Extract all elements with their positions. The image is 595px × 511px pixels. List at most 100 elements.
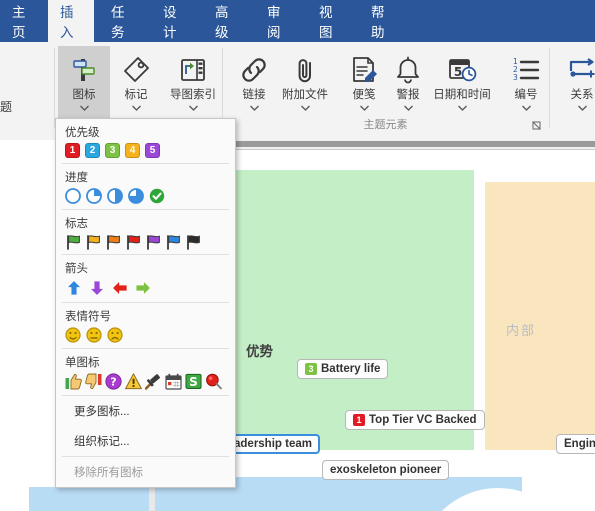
dropdown-section-row <box>56 278 235 302</box>
theme-elements-group: 主题元素 <box>222 42 549 134</box>
progress-marker-50[interactable] <box>107 188 123 204</box>
alarm-bell-icon[interactable] <box>205 373 222 390</box>
arrow-marker-right[interactable] <box>134 279 152 297</box>
icon-marker-icon <box>62 51 106 85</box>
dropdown-section-title: 标志 <box>65 218 88 230</box>
ribbon-tab-label: 高级 <box>215 5 230 40</box>
dropdown-section-row <box>56 187 235 209</box>
priority-marker-2[interactable]: 2 <box>85 143 100 158</box>
arrow-marker-up[interactable] <box>65 279 83 297</box>
ribbon-tab-label: 设计 <box>163 5 178 40</box>
svg-text:?: ? <box>110 376 116 389</box>
ribbon-tab-label: 审阅 <box>267 5 282 40</box>
dropdown-section-title: 表情符号 <box>65 311 111 323</box>
group-label-theme-elements: 主题元素 <box>363 119 408 131</box>
dropdown-section-title: 箭头 <box>65 263 88 275</box>
map-index-icon <box>171 51 215 85</box>
ribbon-button-icon-marker[interactable]: 图标 <box>58 46 110 124</box>
thumbs-up-icon[interactable] <box>65 373 82 390</box>
topic-label: exoskeleton pioneer <box>330 464 442 476</box>
priority-marker-4[interactable]: 4 <box>125 143 140 158</box>
ribbon-tab-6[interactable]: 视图 <box>307 0 351 42</box>
ribbon-group-divider <box>54 48 55 128</box>
ribbon-tab-label: 视图 <box>319 5 334 40</box>
dialog-launcher-icon[interactable] <box>531 121 541 132</box>
thumbs-down-icon[interactable] <box>85 373 102 390</box>
ribbon-button-label: 导图索引 <box>170 89 216 101</box>
internal-region <box>485 182 595 450</box>
dropdown-menu-item: 移除所有图标 <box>74 467 143 479</box>
chevron-down-icon[interactable] <box>79 105 89 114</box>
warning-icon[interactable] <box>125 373 142 390</box>
dropdown-section-title: 单图标 <box>65 357 100 369</box>
smiley-marker-sad[interactable] <box>107 327 123 343</box>
mindmap-topic-node[interactable]: Enginee <box>556 434 595 454</box>
flag-marker-1[interactable] <box>85 234 102 250</box>
topic-label: Battery life <box>321 363 381 375</box>
priority-marker-5[interactable]: 5 <box>145 143 160 158</box>
dropdown-section-title: 进度 <box>65 172 88 184</box>
dropdown-section-row: ? S <box>56 372 235 395</box>
ribbon-tab-bar: 主页 插入 任务 设计 高级 审阅 视图 帮助 <box>0 0 595 42</box>
mindmap-topic-node[interactable]: 1 Top Tier VC Backed <box>345 410 485 430</box>
ribbon-button-map-index[interactable]: 导图索引 <box>160 46 226 124</box>
chevron-down-icon[interactable] <box>188 105 198 114</box>
flag-marker-2[interactable] <box>105 234 122 250</box>
flag-marker-0[interactable] <box>65 234 82 250</box>
priority-marker-1[interactable]: 1 <box>65 143 80 158</box>
icon-marker-dropdown-panel[interactable]: 优先级 1 2 3 4 5 进度 标志 箭头 表情符号 单图标? S 更多图标... 组织标记... 移除所… <box>55 118 236 488</box>
arrow-marker-down[interactable] <box>88 279 106 297</box>
clipped-group-label: 题 <box>0 100 13 114</box>
smiley-marker-happy[interactable] <box>65 327 81 343</box>
priority-badge: 3 <box>305 363 317 375</box>
svg-text:S: S <box>189 375 198 389</box>
ribbon-group-divider <box>549 48 550 128</box>
topic-label: Enginee <box>564 438 595 450</box>
mindmap-topic-node[interactable]: adership team <box>226 434 320 454</box>
ribbon-tab-1[interactable]: 插入 <box>48 0 94 42</box>
progress-marker-100[interactable] <box>149 188 165 204</box>
ribbon-button-label: 标记 <box>124 89 148 101</box>
topic-label: Top Tier VC Backed <box>369 414 477 426</box>
ribbon-tab-label: 主页 <box>12 5 27 40</box>
dollar-icon[interactable]: S <box>185 373 202 390</box>
ribbon-tab-3[interactable]: 设计 <box>151 0 195 42</box>
ribbon-button-tag[interactable]: 标记 <box>110 46 162 124</box>
dropdown-menu-item[interactable]: 组织标记... <box>56 426 235 456</box>
flag-marker-3[interactable] <box>125 234 142 250</box>
flag-marker-4[interactable] <box>145 234 162 250</box>
priority-badge: 1 <box>353 414 365 426</box>
mindmap-topic-node[interactable]: exoskeleton pioneer <box>322 460 450 480</box>
priority-marker-3[interactable]: 3 <box>105 143 120 158</box>
question-icon[interactable]: ? <box>105 373 122 390</box>
flag-marker-6[interactable] <box>185 234 202 250</box>
progress-marker-75[interactable] <box>128 188 144 204</box>
ribbon-tab-label: 任务 <box>111 5 126 40</box>
arrow-marker-left[interactable] <box>111 279 129 297</box>
flag-marker-5[interactable] <box>165 234 182 250</box>
ribbon-tab-5[interactable]: 审阅 <box>255 0 299 42</box>
dropdown-menu-item[interactable]: 更多图标... <box>56 396 235 426</box>
ribbon-tab-2[interactable]: 任务 <box>99 0 143 42</box>
ribbon-clipped-left-group: 题 <box>0 42 44 134</box>
relation-icon <box>560 51 595 85</box>
calendar-icon[interactable] <box>165 373 182 390</box>
ribbon-tab-0[interactable]: 主页 <box>0 0 44 42</box>
chevron-down-icon[interactable] <box>131 105 141 114</box>
dropdown-section-title: 优先级 <box>65 127 100 139</box>
gavel-icon[interactable] <box>144 373 162 390</box>
ribbon-tab-7[interactable]: 帮助 <box>359 0 403 42</box>
dropdown-section-row <box>56 326 235 348</box>
progress-marker-0[interactable] <box>65 188 81 204</box>
tag-icon <box>114 51 158 85</box>
canvas-section-header: 优势 <box>246 344 273 359</box>
chevron-down-icon[interactable] <box>577 105 587 114</box>
dropdown-section-row: 12345 <box>56 142 235 163</box>
ribbon-button-label: 关系 <box>570 89 594 101</box>
progress-marker-25[interactable] <box>86 188 102 204</box>
mindmap-topic-node[interactable]: 3 Battery life <box>297 359 389 379</box>
ribbon-tab-4[interactable]: 高级 <box>203 0 247 42</box>
smiley-marker-neutral[interactable] <box>86 327 102 343</box>
ribbon-tab-label: 帮助 <box>371 5 386 40</box>
ribbon-button-relation[interactable]: 关系 <box>556 46 595 124</box>
